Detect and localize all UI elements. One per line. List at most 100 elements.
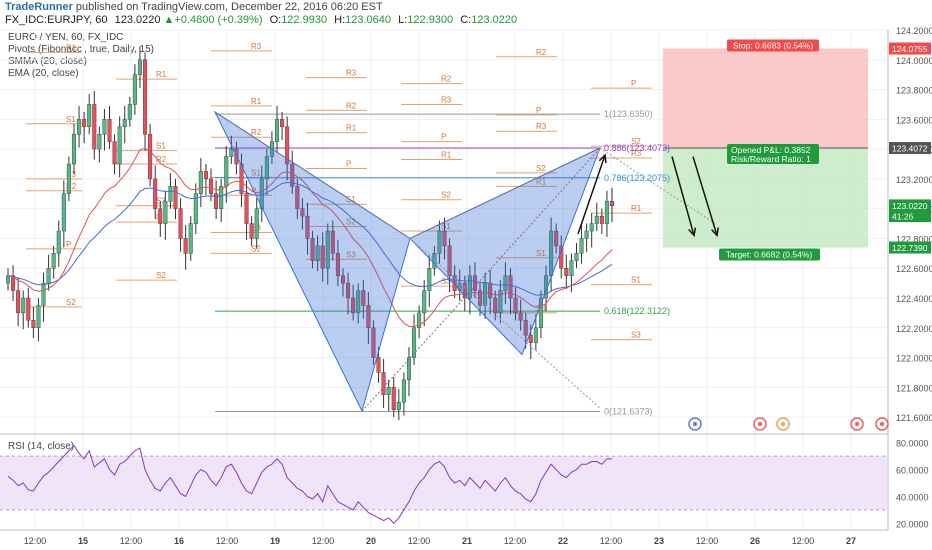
pivot-label: R3	[536, 122, 547, 131]
pivot-label: R1	[66, 43, 77, 52]
price-tick-label: 122.0000	[896, 354, 932, 364]
stop-zone	[663, 48, 868, 149]
candle-body	[87, 104, 92, 127]
pivot-label: R1	[346, 124, 357, 133]
candle-body	[594, 215, 599, 224]
pivot-label: S2	[66, 298, 76, 307]
time-tick-label: 12:00	[120, 536, 143, 546]
candle-body	[71, 134, 76, 165]
pivot-label: R3	[441, 95, 452, 104]
pivot-label: P	[536, 106, 541, 115]
candle-body	[137, 59, 142, 75]
pivot-label: S1	[631, 276, 641, 285]
candle-body	[610, 201, 615, 206]
candle-body	[275, 119, 280, 142]
rsi-band	[0, 456, 888, 510]
candle-body	[112, 141, 117, 165]
time-tick-label: 20	[366, 536, 376, 546]
time-tick-label: 12:00	[24, 536, 47, 546]
candle-body	[158, 208, 163, 224]
pivot-label: R2	[346, 101, 357, 110]
time-tick-label: 21	[462, 536, 472, 546]
price-tick-label: 121.6000	[896, 413, 932, 423]
candle-body	[102, 119, 107, 135]
candle-body	[249, 223, 254, 239]
price-tag: 123.4072	[892, 144, 928, 154]
candle-body	[122, 119, 127, 127]
price-tag: 41:26	[892, 212, 914, 222]
candle-body	[584, 230, 589, 239]
pivot-label: R1	[441, 151, 452, 160]
pivot-label: S2	[251, 244, 261, 253]
pivot-label: R3	[251, 42, 262, 51]
candle-body	[386, 387, 391, 395]
event-flag-dot	[781, 422, 785, 426]
candle-body	[163, 201, 168, 224]
candle-body	[244, 193, 249, 224]
candle-body	[401, 379, 406, 403]
candle-body	[107, 119, 112, 142]
candle-body	[280, 119, 285, 127]
candle-body	[589, 223, 594, 232]
fib-label: 1(123.6350)	[604, 109, 653, 119]
rsi-tick-label: 80.0000	[896, 439, 929, 449]
pivot-label: S1	[66, 115, 76, 124]
candle-body	[66, 163, 71, 194]
price-tick-label: 123.8000	[896, 86, 932, 96]
candle-body	[173, 186, 178, 209]
candle-body	[82, 119, 87, 127]
time-tick-label: 12:00	[312, 536, 335, 546]
candle-body	[31, 320, 36, 328]
candle-body	[229, 148, 234, 157]
candle-body	[51, 253, 56, 269]
time-tick-label: 12:00	[792, 536, 815, 546]
candle-body	[16, 290, 21, 314]
candle-body	[381, 372, 386, 395]
candle-body	[254, 208, 259, 239]
candle-body	[148, 134, 153, 180]
pivot-label: R1	[156, 70, 167, 79]
price-tick-label: 124.0000	[896, 56, 932, 66]
pivot-label: R2	[536, 48, 547, 57]
time-tick-label: 23	[654, 536, 664, 546]
pivot-label: R3	[346, 69, 357, 78]
candle-body	[209, 178, 214, 194]
pivot-label: P	[66, 240, 71, 249]
candle-body	[579, 238, 584, 254]
candle-body	[604, 201, 609, 224]
price-tick-label: 122.6000	[896, 264, 932, 274]
time-tick-label: 15	[78, 536, 88, 546]
rsi-tick-label: 40.0000	[896, 492, 929, 502]
candle-body	[127, 104, 132, 120]
candle-body	[117, 126, 122, 165]
price-chart[interactable]: 124.2000124.0000123.8000123.6000123.4000…	[0, 0, 932, 550]
rsi-tick-label: 20.0000	[896, 519, 929, 529]
candle-body	[183, 238, 188, 254]
candle-body	[528, 335, 533, 343]
candle-body	[153, 178, 158, 209]
candle-body	[203, 171, 208, 180]
pivot-label: S2	[536, 164, 546, 173]
candle-body	[26, 297, 31, 321]
candle-body	[391, 387, 396, 410]
stop-label: Stop: 0.6683 (0.54%)	[733, 41, 814, 51]
candle-body	[396, 402, 401, 410]
fib-label: 0.886(123.4073)	[604, 143, 670, 153]
candle-body	[61, 193, 66, 232]
time-tick-label: 27	[846, 536, 856, 546]
price-tick-label: 123.6000	[896, 115, 932, 125]
fib-label: 0(121.6373)	[604, 407, 653, 417]
candle-body	[599, 215, 604, 224]
candle-body	[5, 275, 10, 284]
candle-body	[21, 297, 26, 314]
pivot-label: P	[441, 133, 446, 142]
time-tick-label: 19	[270, 536, 280, 546]
price-tick-label: 122.4000	[896, 294, 932, 304]
candle-body	[143, 59, 148, 135]
candle-body	[406, 357, 411, 381]
candle-body	[168, 186, 173, 202]
candle-body	[198, 171, 203, 194]
time-tick-label: 12:00	[216, 536, 239, 546]
candle-body	[188, 223, 193, 254]
candle-body	[564, 268, 569, 276]
